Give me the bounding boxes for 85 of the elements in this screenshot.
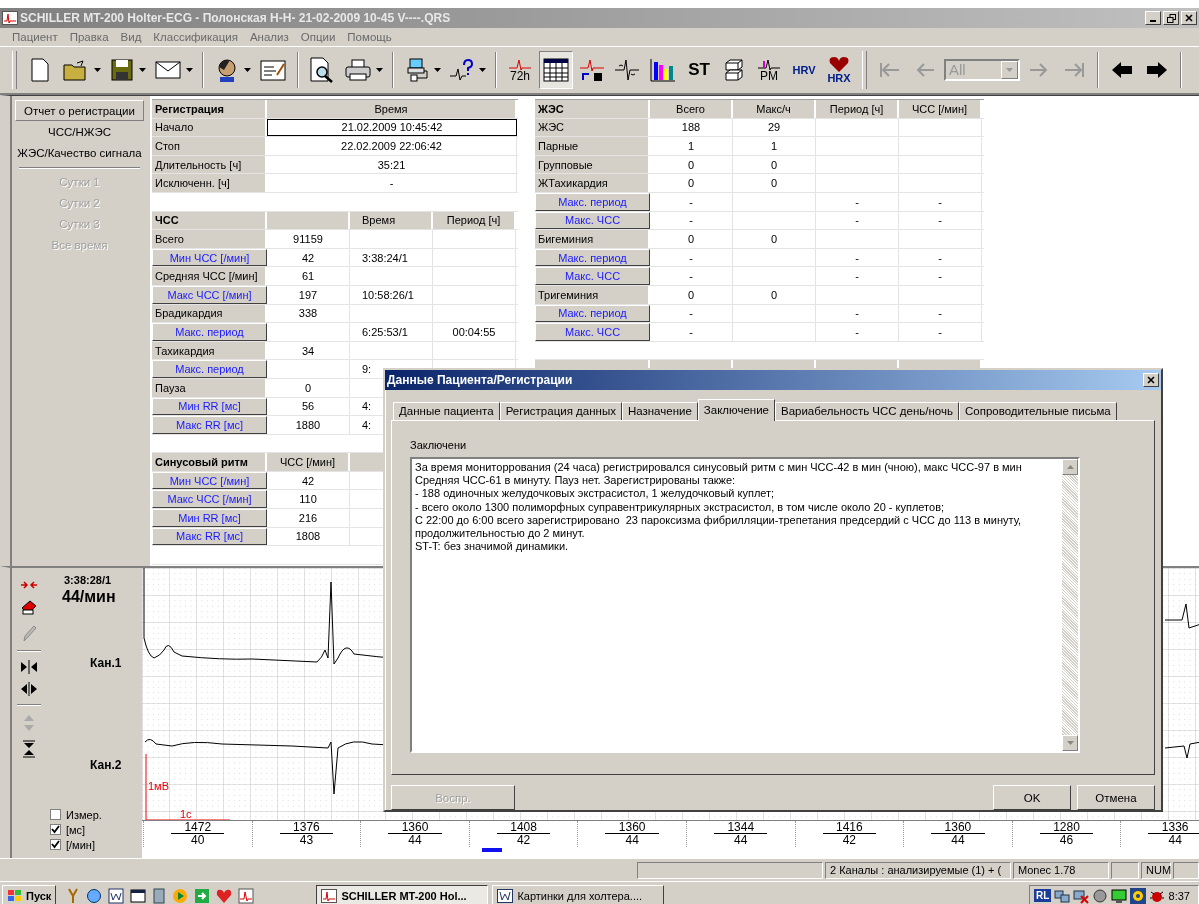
beat-rate: 43 xyxy=(279,833,334,846)
rr-interval: 1376 xyxy=(293,821,320,833)
status-text: Monec 1.78 xyxy=(1013,861,1109,879)
scale-label: 1с xyxy=(180,808,192,820)
option-checkbox[interactable]: [/мин] xyxy=(50,838,102,851)
menu-item[interactable]: Правка xyxy=(63,31,115,43)
column-header: Макс/ч xyxy=(733,100,816,118)
field-label: Заключени xyxy=(410,438,468,453)
column-header: Период [ч] xyxy=(816,100,899,118)
row-button[interactable]: Макс. период xyxy=(152,360,267,378)
dialog-button[interactable]: Отмена xyxy=(1077,785,1155,810)
rr-interval: 1280 xyxy=(1053,821,1080,833)
status-text: 2 Каналы : анализируемые (1) + ( xyxy=(825,861,1011,879)
heart-rate: 44/мин xyxy=(62,588,116,606)
rr-interval: 1472 xyxy=(184,821,212,833)
option-checkbox[interactable]: Измер. xyxy=(50,808,102,821)
row-label: Стоп xyxy=(152,137,267,155)
rr-interval: 1360 xyxy=(401,821,429,833)
beat-rate: 42 xyxy=(496,833,551,846)
rr-interval: 1360 xyxy=(618,821,646,833)
beat-rate: 44 xyxy=(714,833,768,846)
row-label: ЖТахикардия xyxy=(535,174,650,192)
hrv-button[interactable]: HRV xyxy=(788,51,820,89)
pacemaker-button[interactable]: PM xyxy=(753,51,785,89)
channel-label: Кан.2 xyxy=(90,758,122,772)
taskbar-button[interactable]: SCHILLER MT-200 Hol... xyxy=(316,884,489,904)
language-indicator[interactable]: RL xyxy=(1034,889,1052,902)
row-button[interactable]: Макс. ЧСС xyxy=(535,267,650,285)
navigation-item[interactable]: ЖЭС/Качество сигнала xyxy=(15,142,144,163)
beat-rate: 40 xyxy=(171,833,225,846)
status-text: NUM xyxy=(1141,861,1171,879)
channel-label: Кан.1 xyxy=(90,656,122,670)
beat-rate: 42 xyxy=(822,833,877,846)
rr-interval: 1360 xyxy=(944,821,972,833)
column-header: Всего xyxy=(650,100,733,118)
row-label: Парные xyxy=(535,137,650,155)
beat-rate: 44 xyxy=(1148,833,1199,846)
beat-rate: 44 xyxy=(931,833,985,846)
beat-rate: 44 xyxy=(605,833,659,846)
row-button[interactable]: Макс ЧСС [/мин] xyxy=(152,490,267,509)
option-checkbox[interactable]: [мс] xyxy=(50,823,102,836)
st-button[interactable]: ST xyxy=(683,51,715,89)
row-button[interactable]: Макс. период xyxy=(152,323,267,341)
column-header: ЖЭС xyxy=(535,100,650,118)
taskbar-button[interactable]: Картинки для холтера.... xyxy=(492,884,665,904)
row-label: Бигеминия xyxy=(535,230,650,248)
column-header: Синусовый ритм xyxy=(152,453,267,471)
menu-item[interactable]: Пациент xyxy=(6,31,64,43)
hrx-button[interactable]: HRX xyxy=(823,51,855,89)
dialog-button[interactable]: OK xyxy=(993,785,1071,810)
tab[interactable]: Сопроводительные письма xyxy=(958,401,1117,420)
tab[interactable]: Вариабельность ЧСС день/ночь xyxy=(774,401,959,420)
column-header: ЧСС [/мин] xyxy=(267,453,350,471)
navigation-item[interactable]: Отчет о регистрации xyxy=(15,100,144,121)
row-button[interactable]: Макс RR [мс] xyxy=(152,416,267,434)
tab[interactable]: Данные пациента xyxy=(393,401,500,420)
beat-rate: 46 xyxy=(1039,833,1094,846)
navigation-item[interactable]: ЧСС/НЖЭС xyxy=(15,121,144,142)
row-label: Средняя ЧСС [/мин] xyxy=(152,267,267,285)
column-header: Регистрация xyxy=(152,100,267,118)
menu-item[interactable]: Помощь xyxy=(341,31,398,43)
tab[interactable]: Регистрация данных xyxy=(499,401,622,420)
rr-interval: 1416 xyxy=(836,821,863,833)
rr-interval: 1344 xyxy=(727,821,755,833)
row-button[interactable]: Макс. ЧСС xyxy=(535,323,650,341)
menu-item[interactable]: Опции xyxy=(294,31,342,43)
row-label: Исключенн. [ч] xyxy=(152,174,267,192)
row-label: Всего xyxy=(152,230,267,248)
rr-interval: 1408 xyxy=(510,821,537,833)
clock: 8:37 xyxy=(1168,889,1190,902)
rr-interval: 1336 xyxy=(1161,821,1189,833)
column-header: Время xyxy=(267,100,517,118)
beat-rate: 44 xyxy=(388,833,442,846)
row-button[interactable]: Мин RR [мс] xyxy=(152,509,267,527)
start-button[interactable]: Пуск xyxy=(2,884,57,904)
window-title: SCHILLER MT-200 Holter-ECG - Полонская Н-Н- 21-02-2009 10-45 V----.QRS xyxy=(20,11,451,25)
tab[interactable]: Назначение xyxy=(621,401,698,420)
event-time: 3:38:28/1 xyxy=(64,574,112,586)
menu-item[interactable]: Вид xyxy=(114,31,148,43)
menu-item[interactable]: Анализ xyxy=(243,31,295,43)
scale-label: 1мВ xyxy=(148,780,170,792)
menu-item[interactable]: Классификация xyxy=(147,31,244,43)
column-header: ЧСС [/мин] xyxy=(899,100,982,118)
tab[interactable]: Заключение xyxy=(697,398,775,421)
hours-button[interactable]: 72h xyxy=(504,51,536,89)
